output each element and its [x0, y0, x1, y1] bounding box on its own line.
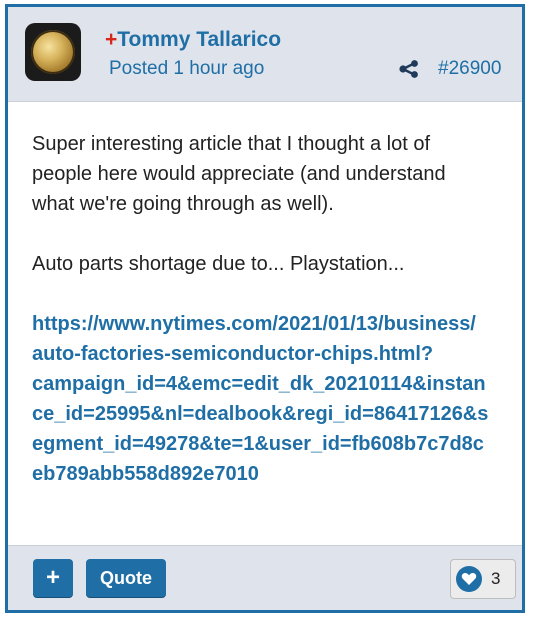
link-line[interactable]: eb789abb558d892e7010 — [32, 459, 498, 489]
author-prefix: + — [105, 28, 118, 51]
link-line[interactable]: ce_id=25995&nl=dealbook&regi_id=86417126… — [32, 399, 498, 429]
article-link[interactable]: https://www.nytimes.com/2021/01/13/busin… — [32, 309, 498, 489]
multiquote-button[interactable]: + — [33, 559, 73, 597]
quote-button[interactable]: Quote — [86, 559, 166, 597]
link-line[interactable]: auto-factories-semiconductor-chips.html? — [32, 339, 498, 369]
post-header: +Tommy Tallarico Posted 1 hour ago #2690… — [8, 7, 522, 102]
like-button[interactable]: 3 — [450, 559, 516, 599]
body-line: Super interesting article that I thought… — [32, 133, 431, 155]
forum-post: +Tommy Tallarico Posted 1 hour ago #2690… — [5, 4, 525, 613]
body-line: people here would appreciate (and unders… — [32, 163, 446, 185]
author-name[interactable]: +Tommy Tallarico — [105, 28, 281, 52]
post-footer: + Quote 3 — [8, 545, 522, 610]
like-count: 3 — [491, 569, 501, 588]
body-line: what we're going through as well). — [32, 193, 334, 215]
author-name-text: Tommy Tallarico — [117, 28, 282, 51]
avatar[interactable] — [25, 23, 81, 81]
post-number[interactable]: #26900 — [438, 58, 501, 80]
body-line: Auto parts shortage due to... Playstatio… — [32, 253, 405, 275]
share-icon[interactable] — [398, 60, 420, 78]
link-line[interactable]: https://www.nytimes.com/2021/01/13/busin… — [32, 309, 498, 339]
link-line[interactable]: egment_id=49278&te=1&user_id=fb608b7c7d8… — [32, 429, 498, 459]
post-timestamp[interactable]: Posted 1 hour ago — [109, 58, 264, 80]
avatar-image — [31, 30, 75, 74]
heart-icon — [456, 566, 482, 592]
link-line[interactable]: campaign_id=4&emc=edit_dk_20210114&insta… — [32, 369, 498, 399]
post-content: Super interesting article that I thought… — [32, 129, 498, 489]
